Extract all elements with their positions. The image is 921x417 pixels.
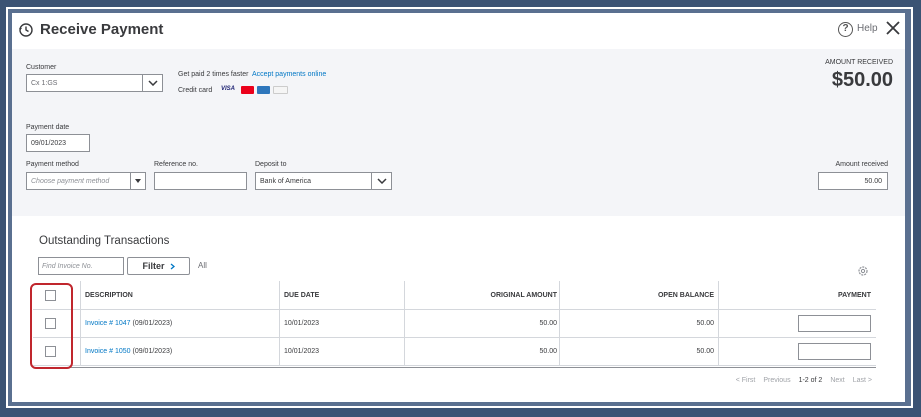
- pager-first[interactable]: < First: [736, 377, 756, 384]
- table-header-row: DESCRIPTION DUE DATE ORIGINAL AMOUNT OPE…: [33, 281, 876, 310]
- customer-select[interactable]: Cx 1:GS: [26, 74, 163, 92]
- table-row: Invoice # 1050 (09/01/2023) 10/01/2023 5…: [33, 338, 876, 366]
- discover-icon: [273, 86, 288, 94]
- table-bottom-border: [33, 367, 876, 368]
- help-link[interactable]: Help: [857, 23, 878, 34]
- page-title: Receive Payment: [40, 21, 164, 38]
- credit-card-label: Credit card: [178, 87, 213, 94]
- modal-header: Receive Payment ? Help: [12, 13, 905, 49]
- payment-date-input[interactable]: 09/01/2023: [26, 134, 90, 152]
- gear-icon[interactable]: [857, 265, 869, 277]
- col-payment: PAYMENT: [837, 291, 871, 299]
- caret-down-icon[interactable]: [130, 173, 145, 189]
- pagination: < First Previous 1-2 of 2 Next Last >: [736, 377, 872, 384]
- pager-range: 1-2 of 2: [798, 377, 823, 384]
- invoice-date: (09/01/2023): [132, 348, 173, 355]
- invoice-link[interactable]: Invoice # 1050: [85, 348, 131, 355]
- deposit-to-value: Bank of America: [260, 177, 311, 185]
- all-filter-label: All: [198, 261, 207, 270]
- payment-input[interactable]: [798, 343, 871, 360]
- col-description: DESCRIPTION: [85, 291, 133, 299]
- chevron-right-icon: [170, 263, 175, 269]
- open-balance-cell: 50.00: [696, 320, 714, 327]
- reference-label: Reference no.: [154, 161, 198, 168]
- checkbox-highlight-annotation: [30, 283, 73, 369]
- amount-received-input[interactable]: 50.00: [818, 172, 888, 190]
- col-due-date: DUE DATE: [284, 291, 320, 299]
- pager-next[interactable]: Next: [830, 377, 844, 384]
- reference-input[interactable]: [154, 172, 247, 190]
- accept-payments-link[interactable]: Accept payments online: [252, 71, 326, 78]
- due-date-cell: 10/01/2023: [284, 320, 320, 327]
- amex-icon: [257, 86, 270, 94]
- col-open-balance: OPEN BALANCE: [657, 291, 714, 299]
- original-amount-cell: 50.00: [539, 320, 557, 327]
- find-invoice-input[interactable]: Find Invoice No.: [38, 257, 124, 275]
- filter-label: Filter: [142, 261, 165, 271]
- payment-form: Customer Cx 1:GS Get paid 2 times faster…: [12, 49, 905, 216]
- help-icon[interactable]: ?: [838, 22, 853, 37]
- payment-input[interactable]: [798, 315, 871, 332]
- payment-method-select[interactable]: Choose payment method: [26, 172, 146, 190]
- chevron-down-icon[interactable]: [371, 173, 391, 189]
- pager-previous[interactable]: Previous: [763, 377, 790, 384]
- amount-received-header-value: $50.00: [831, 69, 893, 91]
- open-balance-cell: 50.00: [696, 348, 714, 355]
- deposit-to-select[interactable]: Bank of America: [255, 172, 392, 190]
- table-row: Invoice # 1047 (09/01/2023) 10/01/2023 5…: [33, 310, 876, 338]
- promo-text: Get paid 2 times faster Accept payments …: [178, 71, 327, 78]
- mastercard-icon: [241, 86, 254, 94]
- filter-button[interactable]: Filter: [127, 257, 190, 275]
- chevron-down-icon[interactable]: [142, 75, 162, 91]
- visa-icon: VISA: [221, 86, 236, 92]
- col-original-amount: ORIGINAL AMOUNT: [490, 291, 558, 299]
- payment-date-label: Payment date: [26, 124, 70, 131]
- transactions-table: DESCRIPTION DUE DATE ORIGINAL AMOUNT OPE…: [33, 281, 876, 366]
- description-cell: Invoice # 1050 (09/01/2023): [85, 338, 172, 365]
- payment-method-placeholder: Choose payment method: [31, 177, 110, 185]
- customer-value: Cx 1:GS: [31, 79, 58, 87]
- close-icon[interactable]: [884, 19, 902, 37]
- invoice-link[interactable]: Invoice # 1047: [85, 320, 131, 327]
- deposit-to-label: Deposit to: [255, 161, 287, 168]
- customer-label: Customer: [26, 64, 57, 71]
- invoice-date: (09/01/2023): [132, 320, 173, 327]
- amount-received-header-label: AMOUNT RECEIVED: [825, 59, 893, 66]
- amount-received-label: Amount received: [835, 161, 888, 168]
- pager-last[interactable]: Last >: [853, 377, 872, 384]
- history-clock-icon[interactable]: [18, 22, 34, 38]
- original-amount-cell: 50.00: [539, 348, 557, 355]
- payment-method-label: Payment method: [26, 161, 79, 168]
- receive-payment-modal: Receive Payment ? Help Customer Cx 1:GS …: [12, 13, 905, 402]
- outstanding-transactions-title: Outstanding Transactions: [39, 235, 170, 247]
- due-date-cell: 10/01/2023: [284, 348, 320, 355]
- description-cell: Invoice # 1047 (09/01/2023): [85, 310, 172, 337]
